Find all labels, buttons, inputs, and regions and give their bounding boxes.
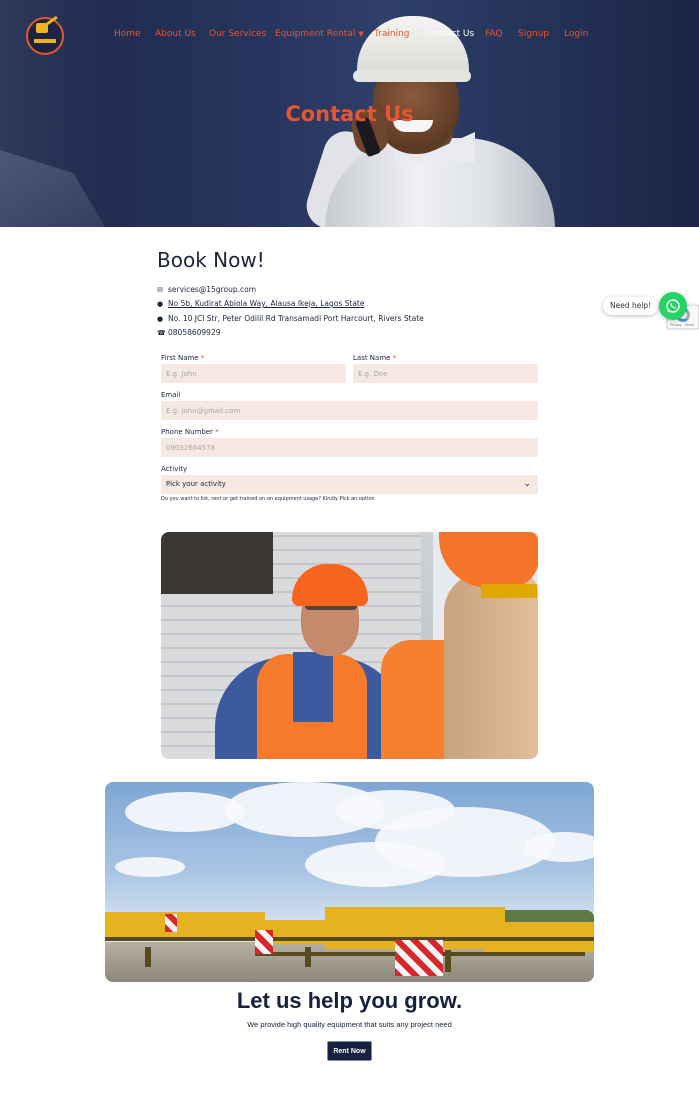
nav-training[interactable]: Training — [374, 29, 410, 39]
machine-wheel — [305, 947, 311, 967]
phone-input[interactable] — [161, 438, 538, 457]
recaptcha-text: Privacy - Terms — [670, 323, 695, 327]
nav-equipment-rental[interactable]: Equipment Rental ▼ — [275, 29, 364, 39]
contact-address-ph: ● No. 10 JCI Str, Peter Odilil Rd Transa… — [157, 314, 424, 323]
contact-phone[interactable]: ☎ 08058609929 — [157, 328, 221, 337]
required-marker: * — [215, 428, 219, 436]
workers-photo — [161, 532, 538, 759]
activity-hint: Do you want to list, rent or get trained… — [161, 496, 375, 502]
required-marker: * — [392, 354, 397, 362]
email-label: Email — [161, 391, 181, 399]
email-input[interactable] — [161, 401, 538, 420]
machine-wheel — [145, 947, 151, 967]
hero-banner: Home About Us Our Services Equipment Ren… — [0, 0, 699, 227]
nav-contact-us[interactable]: Contact Us — [425, 29, 474, 39]
photo-woman-hair — [444, 572, 538, 759]
page-title: Contact Us — [285, 102, 414, 126]
warning-stripe — [395, 940, 443, 976]
grow-heading: Let us help you grow. — [236, 988, 463, 1013]
cloud — [115, 857, 185, 877]
photo-woman-helmet-band — [481, 584, 537, 598]
photo-man-chest — [293, 652, 333, 722]
nav-our-services[interactable]: Our Services — [209, 29, 266, 39]
rent-now-button[interactable]: Rent Now — [327, 1041, 372, 1061]
worker-helmet-brim — [353, 70, 471, 82]
first-name-input[interactable] — [161, 364, 346, 383]
warning-stripe — [165, 914, 177, 932]
whatsapp-button[interactable] — [659, 292, 687, 320]
nav-signup[interactable]: Signup — [518, 29, 549, 39]
contact-address-ph-text: No. 10 JCI Str, Peter Odilil Rd Transama… — [168, 314, 424, 323]
activity-select-value: Pick your activity — [166, 480, 226, 488]
whatsapp-icon — [666, 299, 680, 313]
contact-address-lagos-text: No 5b, Kudirat Abiola Way, Alausa Ikeja,… — [168, 299, 365, 308]
last-name-input[interactable] — [353, 364, 538, 383]
phone-icon: ☎ — [157, 328, 166, 337]
chevron-down-icon: ▼ — [358, 30, 364, 38]
nav-faq[interactable]: FAQ — [485, 29, 502, 39]
first-name-label: First Name * — [161, 354, 204, 362]
chevron-down-icon: ⌄ — [523, 479, 531, 489]
machine — [105, 912, 265, 940]
phone-label: Phone Number * — [161, 428, 219, 436]
equipment-yard-photo — [105, 782, 594, 982]
activity-select[interactable]: Pick your activity ⌄ — [161, 475, 538, 494]
photo-dark-opening — [161, 532, 273, 594]
required-marker: * — [200, 354, 205, 362]
warning-stripe — [255, 930, 273, 954]
last-name-label: Last Name * — [353, 354, 396, 362]
contact-email[interactable]: ✉ services@15group.com — [157, 285, 256, 294]
grow-subtitle: We provide high quality equipment that s… — [247, 1020, 452, 1029]
machine-wheel — [445, 950, 451, 972]
contact-email-text: services@15group.com — [168, 285, 257, 294]
map-pin-icon: ● — [157, 299, 164, 308]
contact-phone-text: 08058609929 — [168, 328, 221, 337]
envelope-icon: ✉ — [157, 285, 163, 294]
nav-about-us[interactable]: About Us — [155, 29, 196, 39]
contact-address-lagos[interactable]: ● No 5b, Kudirat Abiola Way, Alausa Ikej… — [157, 299, 364, 308]
machine-frame — [105, 937, 594, 941]
phone-label-text: Phone Number — [161, 428, 214, 436]
first-name-label-text: First Name — [161, 354, 199, 362]
nav-home[interactable]: Home — [114, 29, 141, 39]
last-name-label-text: Last Name — [353, 354, 391, 362]
need-help-bubble[interactable]: Need help! — [603, 297, 659, 315]
map-pin-icon: ● — [157, 314, 164, 323]
cloud — [305, 842, 445, 887]
activity-label: Activity — [161, 465, 188, 473]
book-now-heading: Book Now! — [157, 248, 265, 272]
nav-login[interactable]: Login — [564, 29, 588, 39]
nav-equipment-rental-label: Equipment Rental — [275, 29, 356, 39]
main-nav: Home About Us Our Services Equipment Ren… — [0, 29, 699, 43]
